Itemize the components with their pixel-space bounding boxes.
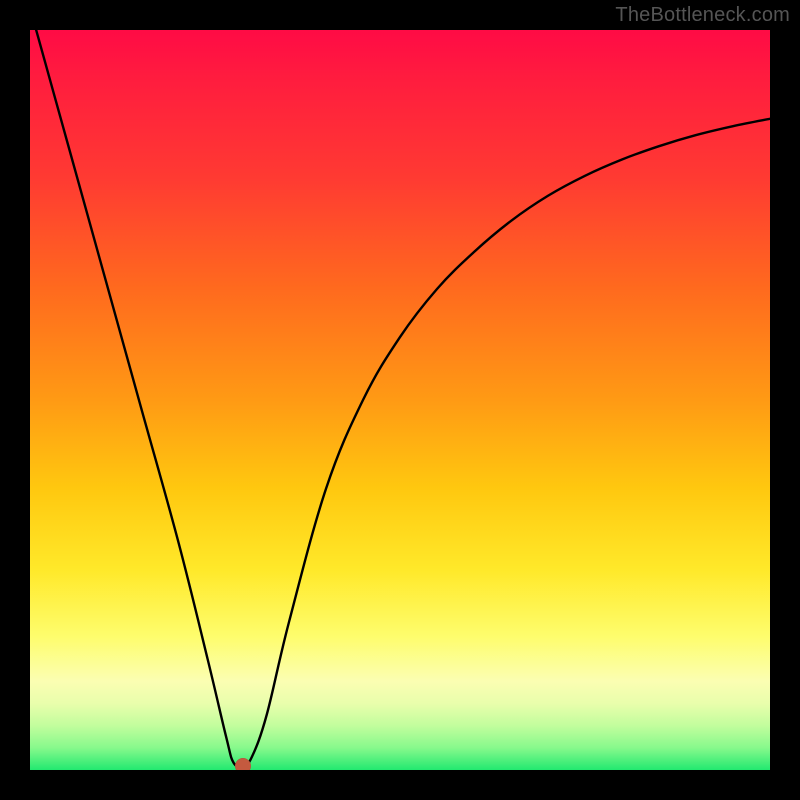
chart-frame: TheBottleneck.com — [0, 0, 800, 800]
bottleneck-curve — [30, 30, 770, 770]
optimal-point-marker — [235, 758, 251, 770]
watermark-text: TheBottleneck.com — [615, 4, 790, 27]
plot-area — [30, 30, 770, 770]
